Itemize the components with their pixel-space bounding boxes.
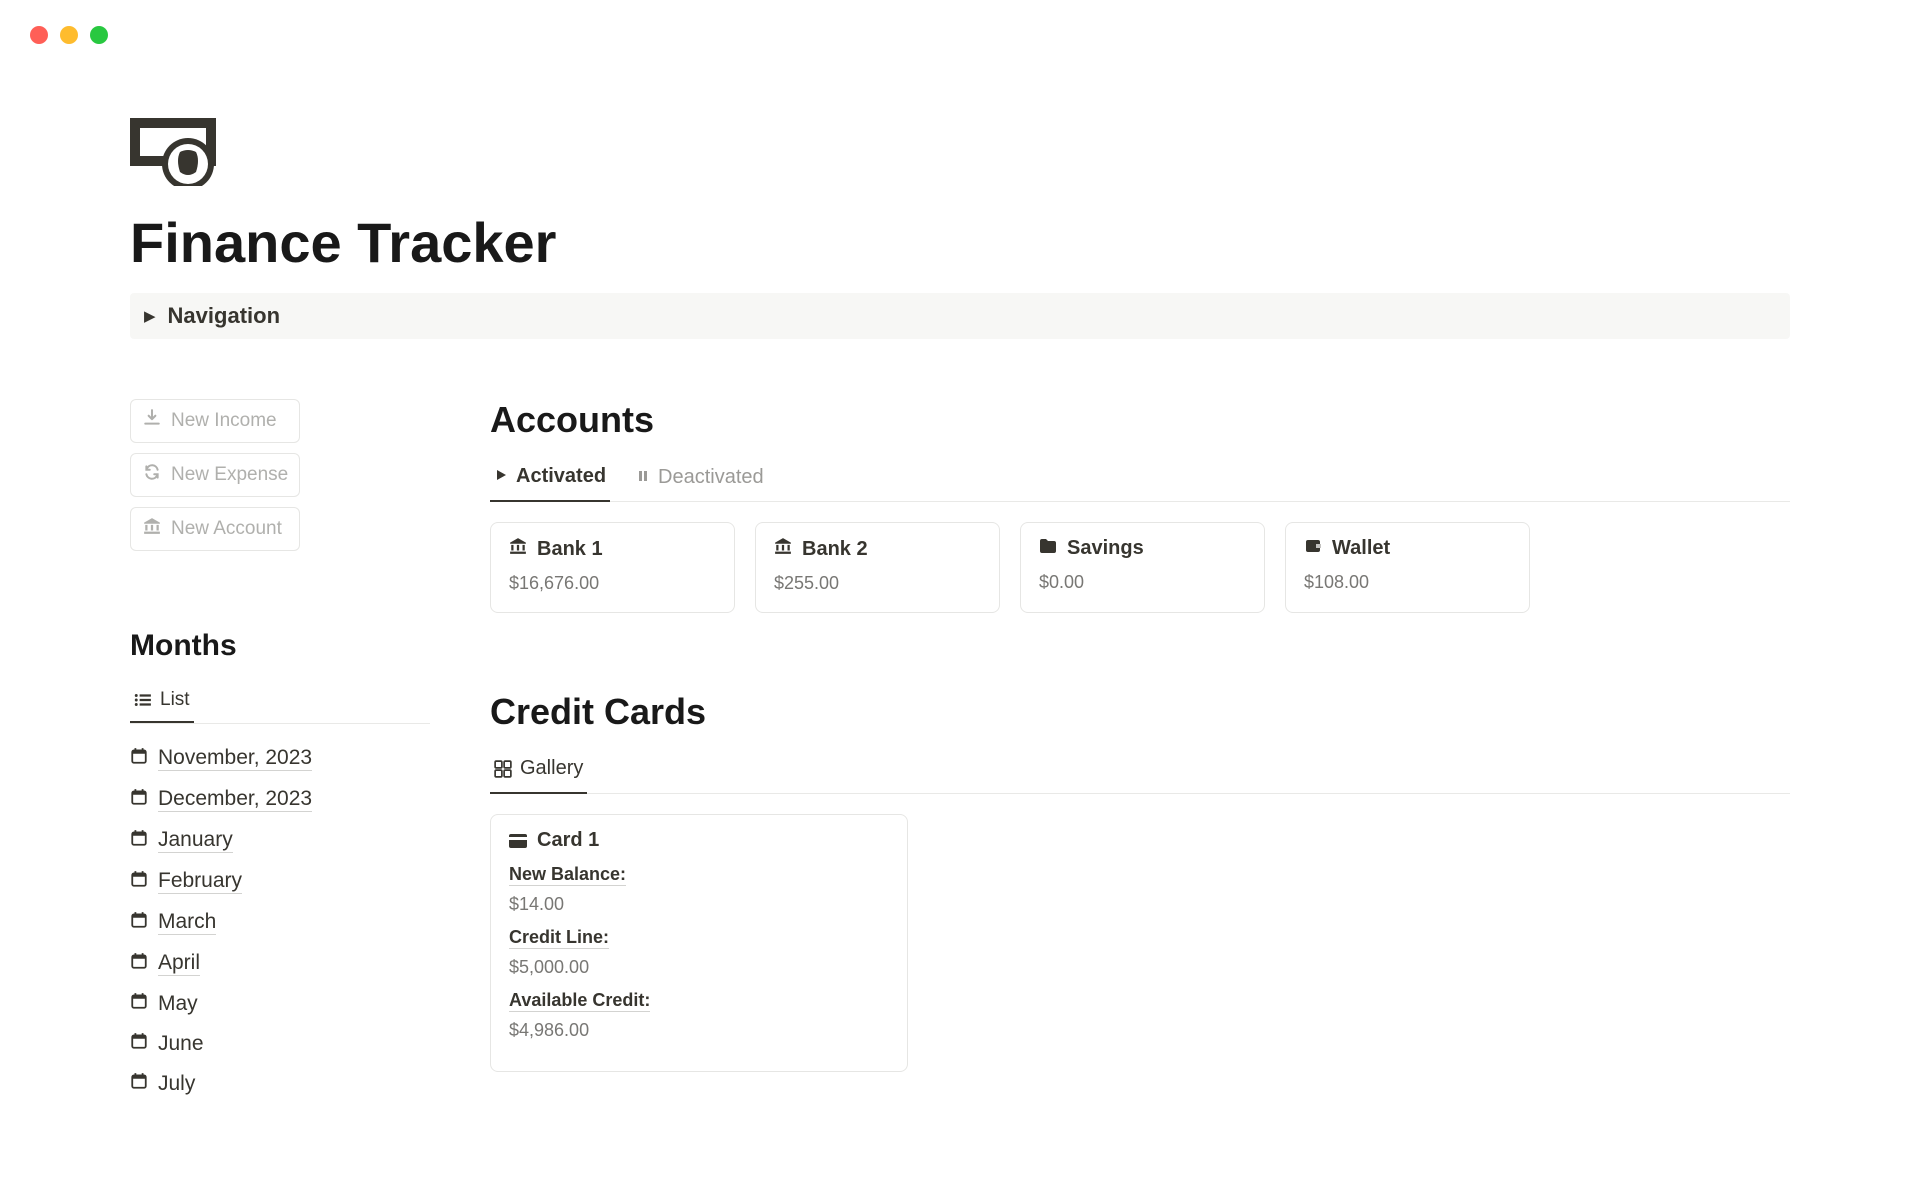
account-card[interactable]: Bank 2 $255.00 <box>755 522 1000 613</box>
credit-cards-heading: Credit Cards <box>490 691 1790 733</box>
account-card[interactable]: Wallet $108.00 <box>1285 522 1530 613</box>
credit-card-field-value: $5,000.00 <box>509 957 889 978</box>
month-label: March <box>158 910 216 935</box>
month-label: January <box>158 828 233 853</box>
bank-icon <box>774 537 792 561</box>
month-item[interactable]: June <box>130 1024 430 1064</box>
month-item[interactable]: April <box>130 943 430 984</box>
credit-card-icon <box>509 834 527 848</box>
account-name: Bank 2 <box>802 538 868 561</box>
month-label: November, 2023 <box>158 746 312 771</box>
calendar-icon <box>130 829 148 853</box>
accounts-heading: Accounts <box>490 399 1790 441</box>
cycle-icon <box>143 463 161 487</box>
accounts-tab-label: Activated <box>516 465 606 488</box>
months-tab-label: List <box>160 689 190 711</box>
account-name: Bank 1 <box>537 538 603 561</box>
account-card[interactable]: Bank 1 $16,676.00 <box>490 522 735 613</box>
month-item[interactable]: January <box>130 820 430 861</box>
account-amount: $0.00 <box>1039 572 1246 593</box>
accounts-tab-activated[interactable]: Activated <box>490 457 610 502</box>
credit-card-field-value: $4,986.00 <box>509 1020 889 1041</box>
account-card[interactable]: Savings $0.00 <box>1020 522 1265 613</box>
close-window-button[interactable] <box>30 26 48 44</box>
account-name: Wallet <box>1332 537 1390 560</box>
credit-card-field-label: Available Credit: <box>509 990 650 1012</box>
accounts-tab-label: Deactivated <box>658 466 764 489</box>
month-label: February <box>158 869 242 894</box>
credit-cards-tab-label: Gallery <box>520 757 583 780</box>
accounts-tab-deactivated[interactable]: Deactivated <box>632 457 768 501</box>
list-icon <box>134 691 152 709</box>
months-heading: Months <box>130 629 430 663</box>
credit-card-field-value: $14.00 <box>509 894 889 915</box>
month-label: December, 2023 <box>158 787 312 812</box>
minimize-window-button[interactable] <box>60 26 78 44</box>
window-controls <box>0 0 1920 64</box>
new-button-label: New Account <box>171 518 282 540</box>
download-icon <box>143 409 161 433</box>
calendar-icon <box>130 788 148 812</box>
calendar-icon <box>130 1072 148 1096</box>
credit-card-field-label: New Balance: <box>509 864 626 886</box>
month-label: June <box>158 1032 204 1056</box>
months-list-tab[interactable]: List <box>130 681 194 723</box>
bank-icon <box>509 537 527 561</box>
new-new-expense-button[interactable]: New Expense <box>130 453 300 497</box>
account-amount: $255.00 <box>774 573 981 594</box>
new-new-account-button[interactable]: New Account <box>130 507 300 551</box>
new-button-label: New Expense <box>171 464 288 486</box>
month-item[interactable]: February <box>130 861 430 902</box>
month-label: May <box>158 992 198 1016</box>
navigation-toggle[interactable]: ▶ Navigation <box>130 293 1790 339</box>
account-name: Savings <box>1067 537 1144 560</box>
page-icon <box>130 114 238 186</box>
month-item[interactable]: December, 2023 <box>130 779 430 820</box>
calendar-icon <box>130 747 148 771</box>
account-amount: $16,676.00 <box>509 573 716 594</box>
gallery-icon <box>494 760 512 778</box>
calendar-icon <box>130 911 148 935</box>
navigation-label: Navigation <box>168 303 280 329</box>
new-new-income-button[interactable]: New Income <box>130 399 300 443</box>
account-amount: $108.00 <box>1304 572 1511 593</box>
month-item[interactable]: July <box>130 1064 430 1104</box>
calendar-icon <box>130 1032 148 1056</box>
month-label: April <box>158 951 200 976</box>
credit-cards-gallery-tab[interactable]: Gallery <box>490 749 587 794</box>
month-item[interactable]: March <box>130 902 430 943</box>
wallet-icon <box>1304 537 1322 560</box>
month-label: July <box>158 1072 195 1096</box>
credit-card-field-label: Credit Line: <box>509 927 609 949</box>
new-button-label: New Income <box>171 410 277 432</box>
calendar-icon <box>130 992 148 1016</box>
calendar-icon <box>130 952 148 976</box>
page-title: Finance Tracker <box>130 210 1790 275</box>
play-icon <box>494 465 508 488</box>
folder-icon <box>1039 537 1057 560</box>
pause-icon <box>636 466 650 489</box>
month-item[interactable]: November, 2023 <box>130 738 430 779</box>
credit-card-item[interactable]: Card 1 New Balance: $14.00 Credit Line: $5,… <box>490 814 908 1072</box>
month-item[interactable]: May <box>130 984 430 1024</box>
triangle-right-icon: ▶ <box>144 307 156 325</box>
credit-card-name: Card 1 <box>537 829 599 852</box>
bank-icon <box>143 517 161 541</box>
calendar-icon <box>130 870 148 894</box>
maximize-window-button[interactable] <box>90 26 108 44</box>
